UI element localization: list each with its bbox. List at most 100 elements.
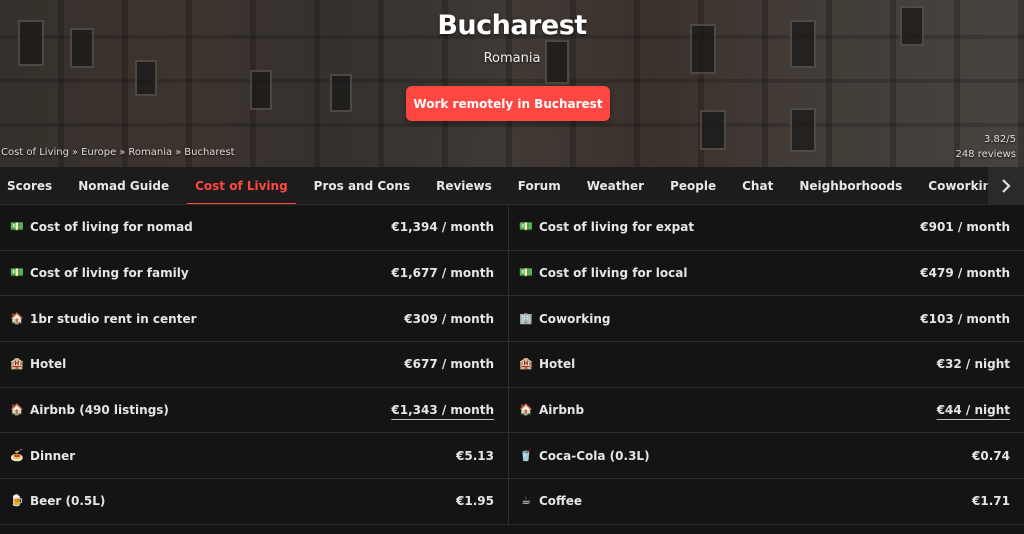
- cost-item: 🍺 Beer (0.5L): [10, 494, 105, 508]
- cost-label: Dinner: [30, 448, 76, 463]
- cost-label: Hotel: [30, 357, 67, 372]
- cost-item: 🏠 1br studio rent in center: [10, 311, 197, 326]
- tab-cost-of-living[interactable]: Cost of Living: [187, 167, 296, 204]
- cost-value: €1.95: [456, 494, 494, 509]
- cost-item: 🥤 Coca-Cola (0.3L): [519, 448, 650, 463]
- cost-item: 🏠 Airbnb (490 listings): [10, 403, 169, 417]
- house-icon: 🏠: [10, 403, 24, 417]
- cost-row-right: 💵 Cost of living for local €479 / month: [509, 250, 1024, 297]
- hero-backdrop-window: [330, 74, 352, 112]
- cost-row-right: 🥤 Coca-Cola (0.3L) €0.74: [509, 433, 1024, 480]
- cost-label: Hotel: [539, 357, 576, 372]
- cost-row-right: ☕ Coffee €1.71: [509, 479, 1024, 525]
- cost-value[interactable]: €44 / night: [937, 403, 1010, 417]
- breadcrumb-separator: »: [71, 147, 79, 158]
- rating-score: 3.82/5: [984, 134, 1016, 145]
- cost-label: Airbnb: [539, 403, 585, 418]
- cola-cup-icon: 🥤: [519, 448, 533, 462]
- cost-value: €0.74: [972, 448, 1010, 463]
- cost-row-right: 💵 Cost of living for expat €901 / month: [509, 205, 1024, 251]
- tab-neighborhoods[interactable]: Neighborhoods: [799, 167, 902, 204]
- cost-label: Airbnb (490 listings): [30, 403, 169, 418]
- cost-row-left: 🏠 1br studio rent in center €309 / month: [0, 296, 509, 343]
- breadcrumb-item-cost-of-living[interactable]: Cost of Living: [1, 147, 69, 158]
- city-title: Bucharest: [437, 10, 587, 41]
- breadcrumb: Cost of Living » Europe » Romania » Buch…: [1, 147, 235, 158]
- cost-row-left: 🍺 Beer (0.5L) €1.95: [0, 479, 509, 525]
- cost-item: 💵 Cost of living for family: [10, 266, 189, 280]
- tab-forum[interactable]: Forum: [518, 167, 561, 204]
- money-icon: 💵: [10, 266, 24, 280]
- cost-value: €32 / night: [936, 357, 1010, 372]
- cost-label: Coca-Cola (0.3L): [539, 448, 650, 463]
- cost-label: Coworking: [539, 311, 611, 326]
- cost-value: €103 / month: [920, 311, 1010, 326]
- cost-item: 💵 Cost of living for local: [519, 266, 687, 280]
- cost-item: 🏠 Airbnb: [519, 403, 584, 417]
- cost-row-left[interactable]: 🏠 Airbnb (490 listings) €1,343 / month: [0, 387, 509, 434]
- country-subtitle: Romania: [483, 51, 541, 66]
- breadcrumb-item-romania[interactable]: Romania: [128, 147, 172, 158]
- rating-summary[interactable]: 3.82/5 248 reviews: [955, 132, 1016, 162]
- cost-row-right[interactable]: 🏠 Airbnb €44 / night: [509, 387, 1024, 434]
- cost-row-right: 🏨 Hotel €32 / night: [509, 342, 1024, 388]
- cost-value: €677 / month: [404, 357, 494, 372]
- cost-label: 1br studio rent in center: [30, 311, 197, 326]
- breadcrumb-item-europe[interactable]: Europe: [81, 147, 116, 158]
- money-icon: 💵: [519, 220, 533, 234]
- cost-label: Cost of living for nomad: [30, 220, 193, 235]
- cost-label: Beer (0.5L): [30, 494, 106, 509]
- cost-item: 💵 Cost of living for expat: [519, 220, 694, 234]
- cost-label: Cost of living for local: [539, 266, 688, 281]
- breadcrumb-separator: »: [119, 147, 126, 158]
- cost-item: 🏨 Hotel: [519, 357, 575, 371]
- hotel-icon: 🏨: [10, 357, 24, 371]
- tab-reviews[interactable]: Reviews: [436, 167, 492, 204]
- office-building-icon: 🏢: [519, 311, 533, 325]
- city-hero: Bucharest Romania Work remotely in Bucha…: [0, 0, 1024, 167]
- cost-value: €309 / month: [404, 311, 494, 326]
- tab-people[interactable]: People: [670, 167, 716, 204]
- review-count: 248 reviews: [955, 149, 1016, 160]
- cost-value: €1,394 / month: [391, 220, 494, 235]
- breadcrumb-separator: »: [175, 147, 182, 158]
- section-tabs: Scores Nomad Guide Cost of Living Pros a…: [0, 167, 1024, 205]
- chevron-right-icon[interactable]: [988, 167, 1024, 204]
- cost-value: €5.13: [456, 448, 494, 463]
- tabs-scroll-right[interactable]: [984, 167, 1024, 204]
- cost-item: ☕ Coffee: [519, 494, 582, 508]
- tab-chat[interactable]: Chat: [742, 167, 773, 204]
- beer-icon: 🍺: [10, 494, 24, 508]
- cost-row-right: 🏢 Coworking €103 / month: [509, 296, 1024, 343]
- cost-row-left: 🏨 Hotel €677 / month: [0, 342, 509, 388]
- cost-row-left: 💵 Cost of living for nomad €1,394 / month: [0, 205, 509, 251]
- cost-value: €1,677 / month: [391, 266, 494, 281]
- work-remotely-button[interactable]: Work remotely in Bucharest: [406, 86, 610, 121]
- breadcrumb-item-bucharest[interactable]: Bucharest: [184, 147, 234, 158]
- cost-item: 💵 Cost of living for nomad: [10, 220, 193, 234]
- house-icon: 🏠: [519, 403, 533, 417]
- money-icon: 💵: [10, 220, 24, 234]
- cost-value: €479 / month: [920, 266, 1010, 281]
- cost-label: Cost of living for family: [30, 266, 189, 281]
- cost-item: 🏢 Coworking: [519, 311, 611, 326]
- tab-weather[interactable]: Weather: [587, 167, 644, 204]
- cost-value: €1.71: [972, 494, 1010, 509]
- coffee-icon: ☕: [521, 494, 531, 508]
- hero-backdrop-window: [700, 110, 726, 150]
- cost-value: €901 / month: [920, 220, 1010, 235]
- cost-item: 🏨 Hotel: [10, 357, 66, 371]
- hero-backdrop-window: [250, 70, 272, 110]
- cost-value[interactable]: €1,343 / month: [391, 403, 494, 417]
- tab-scores[interactable]: Scores: [7, 167, 52, 204]
- cost-label: Cost of living for expat: [539, 220, 695, 235]
- money-icon: 💵: [519, 266, 533, 280]
- cost-of-living-table: 💵 Cost of living for nomad €1,394 / month 💵…: [0, 205, 1024, 525]
- hero-backdrop-window: [790, 108, 816, 152]
- tab-pros-and-cons[interactable]: Pros and Cons: [314, 167, 410, 204]
- dinner-icon: 🍝: [10, 448, 24, 462]
- cost-row-left: 🍝 Dinner €5.13: [0, 433, 509, 480]
- tab-nomad-guide[interactable]: Nomad Guide: [78, 167, 169, 204]
- cost-label: Coffee: [539, 494, 583, 509]
- house-icon: 🏠: [10, 311, 24, 325]
